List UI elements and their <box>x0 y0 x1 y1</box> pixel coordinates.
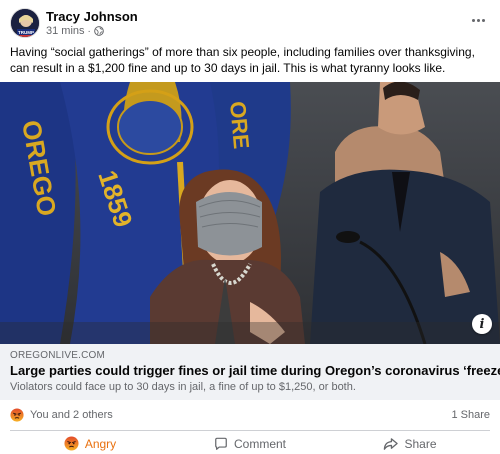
angry-button[interactable]: Angry <box>10 433 170 454</box>
link-preview-image[interactable]: OREGO 1859 ORE i <box>0 82 500 344</box>
share-icon <box>384 437 399 450</box>
post-meta: 31 mins · <box>46 25 104 37</box>
feed-post: TRUMP Tracy Johnson 31 mins · Having “so… <box>0 0 500 454</box>
avatar-badge-text: TRUMP <box>18 30 34 35</box>
actions-divider <box>10 430 490 431</box>
author-avatar[interactable]: TRUMP <box>10 8 40 38</box>
info-icon[interactable]: i <box>472 314 492 334</box>
link-title[interactable]: Large parties could trigger fines or jai… <box>10 363 500 378</box>
globe-icon <box>94 26 104 36</box>
link-domain: OREGONLIVE.COM <box>10 350 106 361</box>
link-description: Violators could face up to 30 days in ja… <box>10 381 356 393</box>
reactions-bar: You and 2 others 1 Share <box>10 406 490 426</box>
avatar-image: TRUMP <box>11 9 39 37</box>
post-text: Having “social gatherings” of more than … <box>10 45 475 75</box>
link-preview[interactable]: OREGONLIVE.COM Large parties could trigg… <box>0 344 500 400</box>
share-label: Share <box>404 436 437 451</box>
angry-icon <box>64 436 79 451</box>
comment-label: Comment <box>233 436 286 451</box>
more-options-icon[interactable] <box>466 10 490 30</box>
reaction-summary[interactable]: You and 2 others <box>30 409 113 421</box>
post-header: TRUMP Tracy Johnson 31 mins · <box>10 8 490 40</box>
share-count[interactable]: 1 Share <box>451 409 490 421</box>
meta-separator: · <box>87 25 91 37</box>
comment-icon <box>215 437 227 450</box>
share-button[interactable]: Share <box>330 433 490 454</box>
post-time[interactable]: 31 mins <box>46 25 85 37</box>
flag-right-text: ORE <box>225 100 254 150</box>
author-name[interactable]: Tracy Johnson <box>46 9 138 24</box>
angry-reaction-icon[interactable] <box>10 408 24 422</box>
post-actions: Angry Comment Share <box>10 433 490 454</box>
comment-button[interactable]: Comment <box>170 433 330 454</box>
press-conference-photo: OREGO 1859 ORE <box>0 82 500 344</box>
angry-label: Angry <box>84 436 117 451</box>
